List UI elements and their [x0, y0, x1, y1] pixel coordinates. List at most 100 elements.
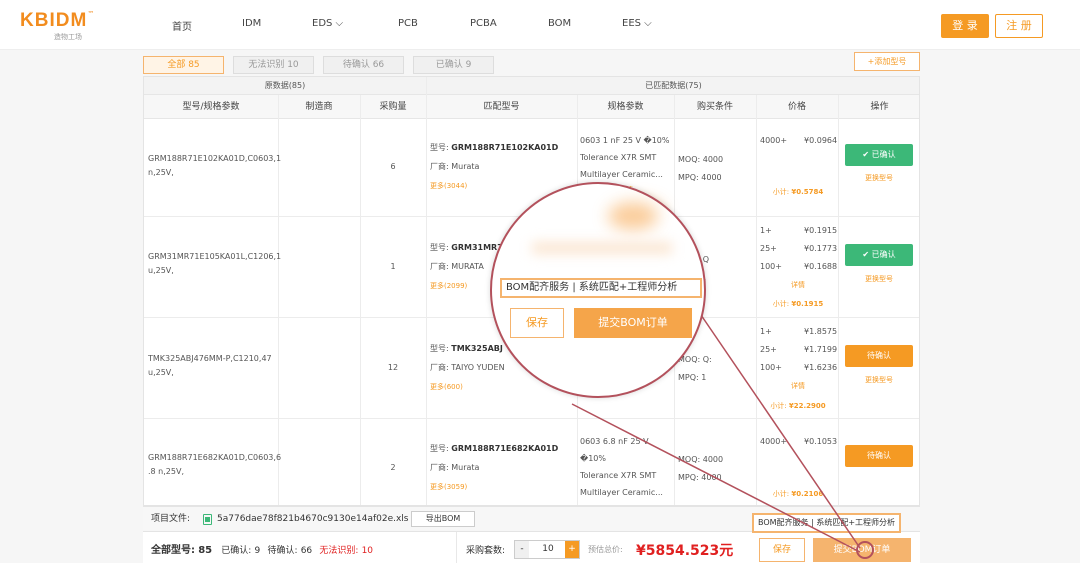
spec-line: Tolerance X7R SMT: [580, 471, 657, 480]
total-value: 85: [198, 545, 213, 556]
nav-item-ees[interactable]: EES ⌵: [622, 18, 652, 29]
tab-pending[interactable]: 待确认 66: [323, 56, 404, 74]
service-callout: BOM配齐服务 | 系统匹配+工程师分析: [752, 513, 902, 533]
moq-value: Q: [702, 255, 710, 264]
nav-item-idm[interactable]: IDM: [242, 18, 261, 29]
raw-spec-line: u,25V,: [148, 266, 174, 275]
nav-item-pcba[interactable]: PCBA: [470, 18, 497, 29]
maker-label: 厂商:: [430, 463, 449, 472]
col-header-terms: 购买条件: [674, 95, 756, 119]
nav-item-eds[interactable]: EDS ⌵: [312, 18, 343, 29]
file-label: 项目文件:: [151, 514, 191, 524]
logo[interactable]: KBIDM™ 造物工场: [20, 10, 94, 41]
group-header-matched: 已匹配数据(75): [426, 77, 919, 95]
col-divider: [756, 95, 757, 505]
file-name[interactable]: 5a776dae78f821b4670c9130e14af02e.xls: [217, 507, 409, 531]
tab-confirmed[interactable]: 已确认 9: [413, 56, 494, 74]
spec-params: 0603 6.8 nF 25 V �10% Tolerance X7R SMT …: [580, 433, 672, 501]
tier-qty: 100+: [760, 363, 782, 372]
change-model-link[interactable]: 更换型号: [845, 375, 913, 385]
raw-spec: GRM188R71E102KA01D,C0603,1 n,25V,: [148, 152, 281, 180]
change-model-link[interactable]: 更换型号: [845, 173, 913, 183]
purchase-terms: MOQ: 4000 MPQ: 4000: [678, 451, 754, 487]
model-label: 型号:: [430, 444, 449, 453]
tier-qty: 1+: [760, 327, 772, 336]
spec-line: Multilayer Ceramic...: [580, 170, 663, 179]
increment-button[interactable]: +: [565, 541, 579, 558]
sets-input[interactable]: 10: [529, 541, 567, 558]
tier-qty: 25+: [760, 244, 777, 253]
raw-spec-line: GRM188R71E682KA01D,C0603,6: [148, 453, 282, 462]
add-model-button[interactable]: +添加型号: [854, 52, 920, 71]
pending-confirm-button[interactable]: 待确认: [845, 345, 913, 367]
tab-all[interactable]: 全部 85: [143, 56, 224, 74]
spec-line: Multilayer Ceramic...: [580, 488, 663, 497]
service-callout-zoomed: BOM配齐服务 | 系统匹配+工程师分析: [500, 278, 702, 298]
price-tiers: 1+ ¥1.8575 25+ ¥1.7199 100+ ¥1.6236 详情: [760, 323, 838, 395]
save-button[interactable]: 保存: [759, 538, 805, 562]
moq-value: Q:: [702, 355, 712, 364]
subtotal-label: 小计:: [772, 490, 790, 498]
subtotal-value: ¥22.2900: [788, 402, 826, 410]
moq-label: MOQ:: [678, 455, 701, 464]
nav-item-home[interactable]: 首页: [172, 18, 192, 33]
tier-price: ¥1.7199: [804, 345, 838, 354]
maker-value: TAIYO YUDEN: [451, 363, 505, 372]
tab-unrecognized[interactable]: 无法识别 10: [233, 56, 314, 74]
row-divider: [144, 418, 919, 419]
price-tier: 4000+ ¥0.0964: [760, 134, 837, 148]
spec-line: 0603 6.8 nF 25 V �10%: [580, 437, 649, 463]
export-bom-button[interactable]: 导出BOM: [411, 511, 475, 527]
logo-subtitle: 造物工场: [54, 33, 82, 41]
model-value: GRM188R71E682KA01D: [451, 444, 559, 453]
raw-spec: GRM31MR71E105KA01L,C1206,1 u,25V,: [148, 250, 281, 278]
col-header-params: 规格参数: [577, 95, 674, 119]
mpq-label: MPQ:: [678, 473, 699, 482]
logo-text: KBIDM: [20, 10, 88, 31]
decrement-button[interactable]: -: [515, 541, 529, 558]
tier-price: ¥1.6236: [804, 363, 838, 372]
tier-price: ¥0.1688: [804, 262, 838, 271]
maker-label: 厂商:: [430, 262, 449, 271]
col-header-qty: 采购量: [360, 95, 426, 119]
group-header-raw: 原数据(85): [144, 77, 426, 95]
confirmed-button[interactable]: ✔ 已确认: [845, 144, 913, 166]
col-header-match: 匹配型号: [426, 95, 577, 119]
more-link[interactable]: 更多(3059): [430, 480, 575, 494]
subtotal: 小计: ¥0.5784: [760, 185, 836, 199]
pending-label: 待确认:: [267, 546, 298, 556]
subtotal: 小计: ¥0.2106: [760, 487, 836, 501]
confirmed-button[interactable]: ✔ 已确认: [845, 244, 913, 266]
register-button[interactable]: 注 册: [995, 14, 1043, 38]
price-tier: 1+ ¥1.8575: [760, 323, 838, 341]
highlight-ring: [856, 541, 874, 559]
tier-price: ¥1.8575: [804, 327, 838, 336]
subtotal-value: ¥0.2106: [791, 490, 824, 498]
pending-value: 66: [300, 546, 313, 556]
detail-link[interactable]: 详情: [760, 276, 836, 294]
price-tier: 4000+ ¥0.1053: [760, 435, 838, 449]
login-button[interactable]: 登 录: [941, 14, 989, 38]
maker-value: MURATA: [451, 262, 484, 271]
save-button-zoomed[interactable]: 保存: [510, 308, 564, 338]
nav-item-bom[interactable]: BOM: [548, 18, 571, 29]
change-model-link[interactable]: 更换型号: [845, 274, 913, 284]
total-label: 全部型号:: [151, 545, 195, 556]
detail-link[interactable]: 详情: [760, 377, 836, 395]
maker-label: 厂商:: [430, 162, 449, 171]
nav-item-pcb[interactable]: PCB: [398, 18, 418, 29]
tier-price: ¥0.1053: [804, 437, 838, 446]
price-tier: 1+ ¥0.1915: [760, 222, 837, 240]
purchase-sets-stepper[interactable]: - 10 +: [514, 540, 580, 559]
raw-spec-line: .8 n,25V,: [148, 467, 184, 476]
col-divider: [838, 95, 839, 505]
estimate-total: ¥5854.523元: [636, 543, 734, 559]
pending-confirm-button[interactable]: 待确认: [845, 445, 913, 467]
qty-value: 1: [390, 262, 396, 271]
mpq-value: 4000: [701, 473, 722, 482]
confirmed-value: 9: [254, 546, 261, 556]
submit-bom-order-button-zoomed[interactable]: 提交BOM订单: [574, 308, 692, 338]
tier-qty: 1+: [760, 226, 772, 235]
qty-value: 2: [390, 463, 396, 472]
tier-qty: 4000+: [760, 136, 788, 145]
